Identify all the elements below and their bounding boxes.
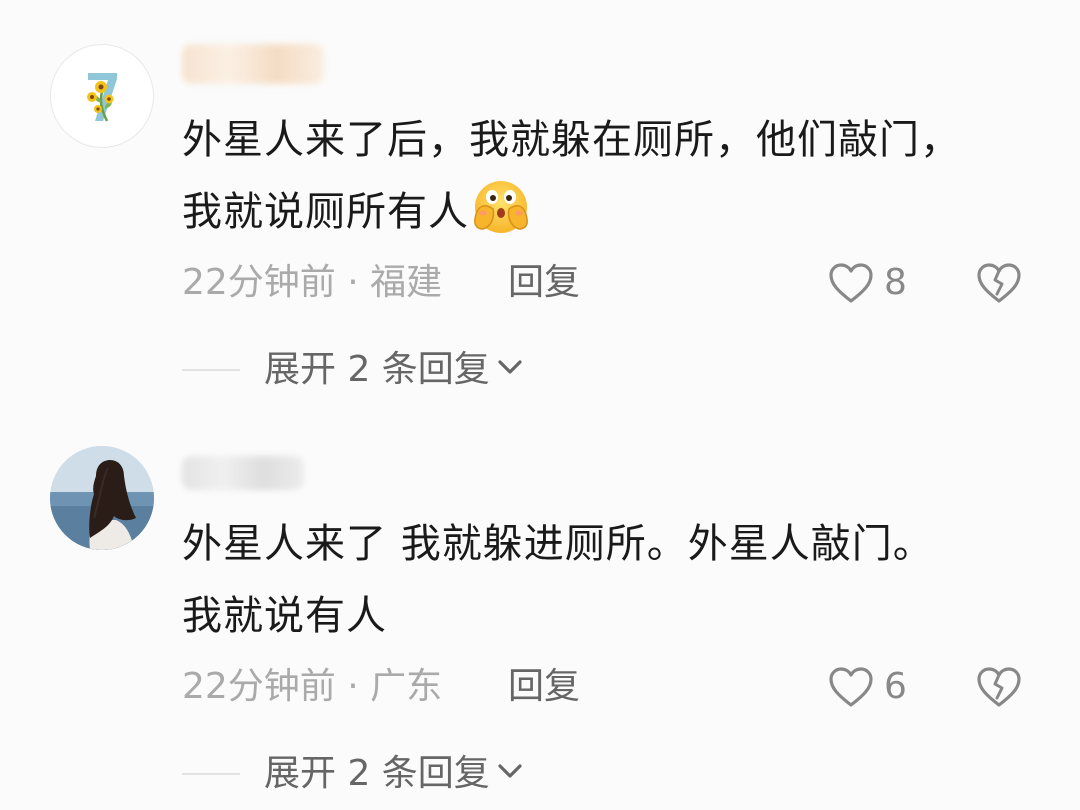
comment-text-line2: 我就说厕所有人 xyxy=(182,189,469,235)
broken-heart-icon[interactable] xyxy=(976,262,1022,304)
username-blurred[interactable] xyxy=(182,456,304,490)
comment-text-line: 外星人来了后，我就躲在厕所，他们敲门， xyxy=(182,117,961,163)
comment-text: 外星人来了 我就躲进厕所。外星人敲门。 我就说有人 xyxy=(182,508,1042,652)
like-count: 6 xyxy=(884,666,907,707)
expand-replies-label: 展开 2 条回复 xyxy=(264,349,490,390)
sunflower-seven-avatar-image xyxy=(87,73,117,122)
meta-separator: · xyxy=(347,666,359,707)
covering-face-emoji xyxy=(474,181,528,233)
avatar[interactable] xyxy=(50,446,154,550)
chevron-down-icon xyxy=(498,360,522,374)
username-blurred[interactable] xyxy=(182,44,324,84)
comment-time: 22分钟前 xyxy=(182,262,336,303)
expand-replies-label: 展开 2 条回复 xyxy=(264,753,490,794)
comment-text-line: 我就说有人 xyxy=(182,593,387,639)
comment-time: 22分钟前 xyxy=(182,666,336,707)
reply-button[interactable]: 回复 xyxy=(508,662,580,712)
comment-location: 福建 xyxy=(370,262,443,303)
expand-replies-button[interactable]: 展开 2 条回复 xyxy=(264,750,524,798)
expand-replies-button[interactable]: 展开 2 条回复 xyxy=(264,346,524,394)
chevron-down-icon xyxy=(498,764,522,778)
comment-text: 外星人来了后，我就躲在厕所，他们敲门， 我就说厕所有人 xyxy=(182,104,1042,248)
comment-text-line: 外星人来了 我就躲进厕所。外星人敲门。 xyxy=(182,521,934,567)
heart-icon[interactable] xyxy=(828,262,874,304)
heart-icon[interactable] xyxy=(828,666,874,708)
meta-separator: · xyxy=(347,262,359,303)
avatar[interactable] xyxy=(50,44,154,148)
comment-meta: 22分钟前 · 福建 xyxy=(182,258,442,308)
expand-divider xyxy=(182,369,240,371)
reply-button[interactable]: 回复 xyxy=(508,258,580,308)
girl-by-sea-avatar-image xyxy=(50,446,154,550)
comment-text-line: 我就说厕所有人 xyxy=(182,176,1042,248)
comment-meta: 22分钟前 · 广东 xyxy=(182,662,442,712)
like-count: 8 xyxy=(884,262,907,303)
broken-heart-icon[interactable] xyxy=(976,666,1022,708)
expand-divider xyxy=(182,773,240,775)
comment-location: 广东 xyxy=(370,666,443,707)
